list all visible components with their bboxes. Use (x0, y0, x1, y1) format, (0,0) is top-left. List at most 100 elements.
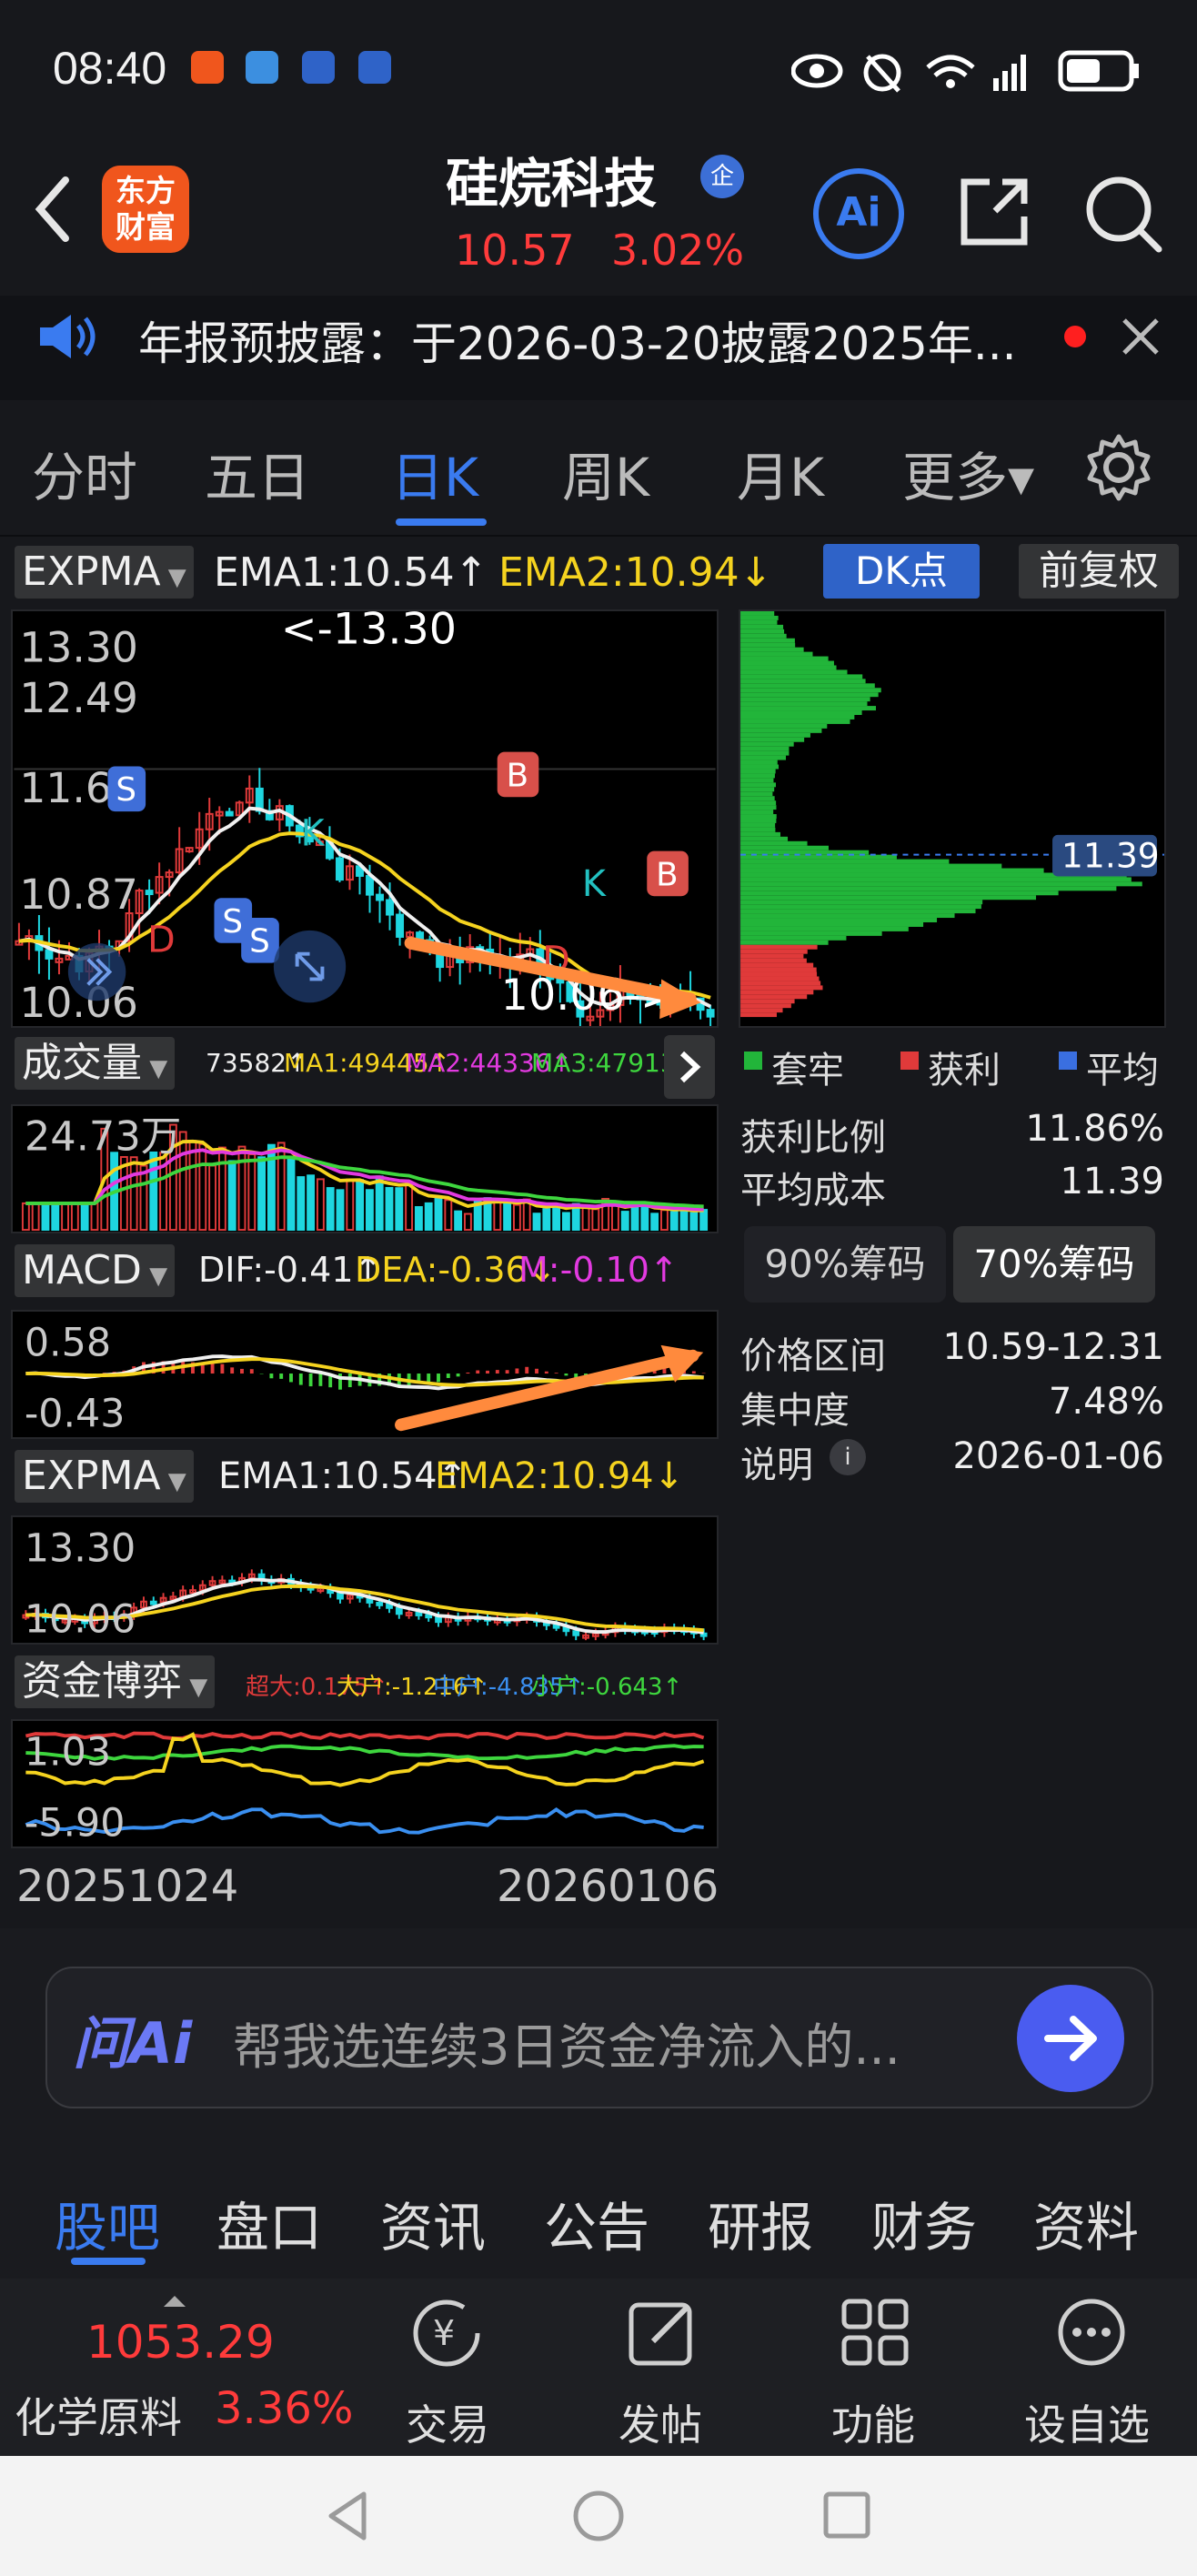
fund-small: 小户:-0.643↑ (531, 1674, 683, 1701)
chip-bar (740, 810, 774, 815)
fullscreen-icon[interactable] (273, 930, 347, 1003)
sector-name[interactable]: 化学原料 (15, 2385, 182, 2445)
tab-weekly-k[interactable]: 周K (562, 435, 649, 511)
macd-chart[interactable]: 0.58 -0.43 (11, 1310, 719, 1439)
add-watchlist-button[interactable]: 设自选 (1024, 2392, 1150, 2452)
tab-daily-k[interactable]: 日K (391, 435, 478, 511)
volume-bar (31, 1202, 40, 1232)
chip-bar (740, 629, 785, 634)
volume-chart[interactable]: 24.73万 (11, 1104, 719, 1233)
info-icon[interactable]: i (830, 1439, 866, 1475)
tab-five-day[interactable]: 五日 (205, 435, 310, 511)
wifi-icon (926, 55, 975, 88)
volume-bar (61, 1202, 69, 1232)
notification-bulb-icon (302, 51, 335, 84)
ask-ai-placeholder[interactable]: 帮我选连续3日资金净流入的... (233, 2007, 900, 2078)
chip-bar (740, 791, 773, 797)
dk-point-button[interactable]: DK点 (823, 544, 980, 599)
search-icon[interactable] (1082, 173, 1164, 255)
main-kline-chart[interactable]: 13.30 12.49 11.68 10.87 10.06 <-13.30 10… (11, 609, 719, 1028)
chip90-button[interactable]: 90%筹码 (744, 1226, 946, 1303)
expma-indicator-select[interactable]: EXPMA ▼ (15, 1450, 194, 1503)
volume-bar (424, 1202, 433, 1232)
chip-bar (740, 845, 829, 850)
expma-y-low: 10.06 (25, 1596, 136, 1642)
svg-text:B: B (507, 757, 528, 794)
volume-indicator-select[interactable]: 成交量 ▼ (15, 1037, 176, 1090)
trade-icon[interactable]: ¥ (407, 2294, 486, 2372)
mini-candle-body (572, 1630, 580, 1636)
chip-bar (740, 624, 784, 629)
more-circle-icon[interactable] (1055, 2296, 1128, 2369)
adjust-button[interactable]: 前复权 (1019, 544, 1179, 599)
ask-ai-submit-button[interactable] (1017, 1985, 1124, 2092)
eye-icon (791, 54, 843, 88)
chip-bar (740, 778, 774, 783)
tab-profile[interactable]: 资料 (1033, 2185, 1139, 2261)
macd-indicator-select[interactable]: MACD ▼ (15, 1244, 176, 1297)
volume-bar (611, 1203, 619, 1232)
concentration-label: 集中度 (740, 1390, 850, 1432)
share-icon[interactable] (955, 173, 1033, 251)
chip-bar (740, 900, 983, 905)
nav-back-icon[interactable] (324, 2489, 369, 2543)
main-indicator-select[interactable]: EXPMA ▼ (15, 546, 194, 599)
fund-game-indicator-select[interactable]: 资金博弈 ▼ (15, 1655, 216, 1708)
fund-game-chart[interactable]: 1.03 -5.90 (11, 1719, 719, 1848)
ai-assistant-button[interactable]: Ai (813, 168, 904, 259)
chip-bar (740, 710, 862, 715)
chip-bar (740, 891, 1059, 896)
trade-button[interactable]: 交易 (406, 2392, 489, 2452)
post-edit-icon[interactable] (626, 2296, 699, 2369)
dk-point-label: DK点 (855, 548, 948, 593)
fund-y-low: -5.90 (25, 1800, 126, 1846)
y-axis-mid3: 10.87 (19, 870, 138, 919)
tab-more[interactable]: 更多▾ (902, 435, 1034, 511)
profit-ratio-value: 11.86% (1025, 1108, 1164, 1150)
expma-chart[interactable]: 13.30 10.06 (11, 1515, 719, 1645)
chip-distribution-chart[interactable]: 11.39 (739, 609, 1166, 1028)
super-line (25, 1731, 705, 1741)
function-button[interactable]: 功能 (831, 2392, 915, 2452)
nav-home-icon[interactable] (571, 2489, 626, 2543)
mid-line (25, 1807, 704, 1835)
sector-change-pct[interactable]: 3.36% (215, 2383, 353, 2434)
tab-pankou[interactable]: 盘口 (216, 2185, 322, 2261)
chip-bar (740, 741, 794, 747)
volume-bar (90, 1202, 99, 1232)
indicator-next-button[interactable] (664, 1035, 715, 1099)
tab-announcements[interactable]: 公告 (544, 2185, 649, 2261)
volume-bar (414, 1206, 423, 1232)
tab-monthly-k[interactable]: 月K (737, 435, 824, 511)
tab-research[interactable]: 研报 (708, 2185, 813, 2261)
volume-bar (493, 1199, 502, 1232)
chip-bar (740, 918, 938, 922)
close-icon[interactable] (1121, 317, 1161, 357)
chip-bar (740, 746, 790, 751)
function-grid-icon[interactable] (839, 2296, 911, 2369)
chip-bar (740, 831, 780, 837)
active-tab-indicator (396, 518, 487, 526)
back-icon[interactable] (27, 173, 82, 246)
settings-gear-icon[interactable] (1084, 433, 1153, 502)
volume-bar (336, 1189, 345, 1232)
chip-bar (740, 953, 804, 959)
notice-text[interactable]: 年报预披露：于2026-03-20披露2025年... (138, 307, 1039, 373)
post-button[interactable]: 发帖 (619, 2392, 702, 2452)
volume-bar (542, 1208, 551, 1232)
price-range-value: 10.59-12.31 (942, 1326, 1164, 1368)
chip-bar (740, 633, 787, 639)
tab-news[interactable]: 资讯 (380, 2185, 486, 2261)
sector-index-value[interactable]: 1053.29 (86, 2316, 275, 2369)
volume-bar (70, 1202, 79, 1232)
tab-guba[interactable]: 股吧 (55, 2185, 160, 2261)
tab-intraday[interactable]: 分时 (32, 435, 137, 511)
chip-bar (740, 782, 776, 788)
chip70-button[interactable]: 70%筹码 (953, 1226, 1155, 1303)
nav-recents-icon[interactable] (822, 2490, 873, 2541)
tab-finance[interactable]: 财务 (871, 2185, 977, 2261)
expand-left-icon[interactable] (67, 942, 126, 1001)
volume-bar (227, 1160, 236, 1232)
mini-candle-body (425, 1614, 433, 1619)
chip-bar (740, 764, 780, 770)
